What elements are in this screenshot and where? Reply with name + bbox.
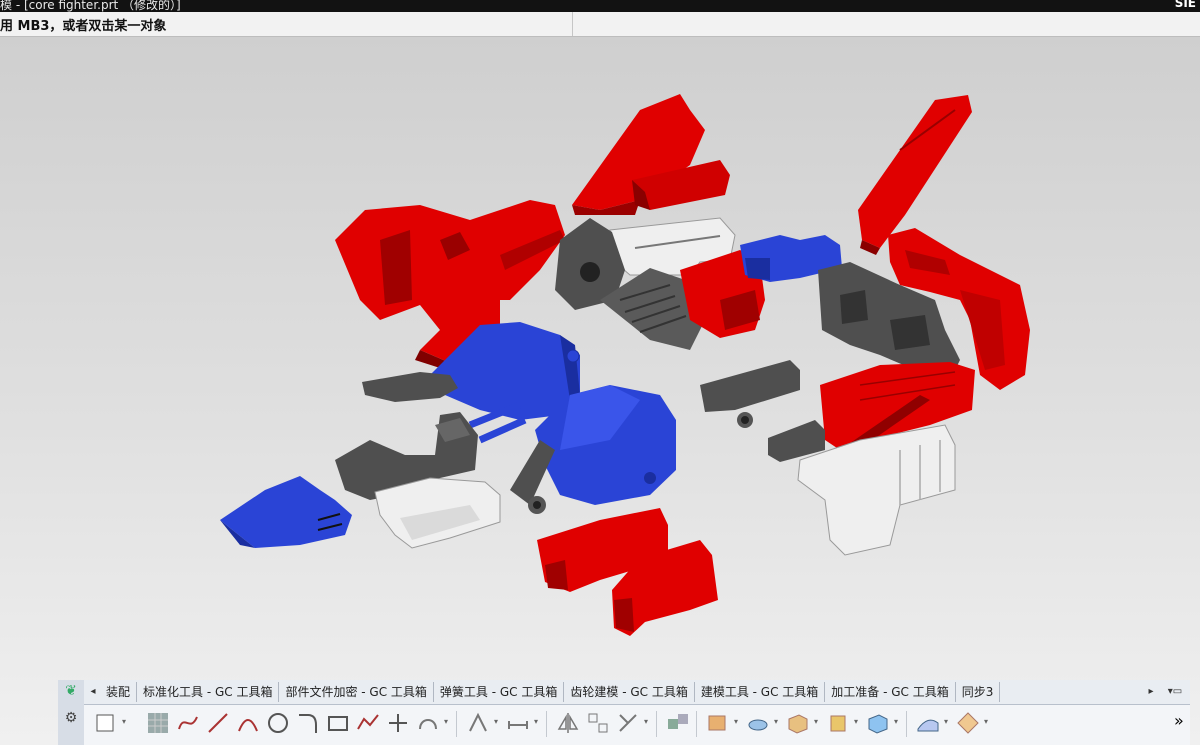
status-message: 用 MB3，或者双击某一对象	[0, 19, 167, 34]
chevron-down-icon[interactable]: ▾	[444, 718, 450, 726]
toolbar-dock: ❦ ⚙ ◂ 装配 标准化工具 - GC 工具箱 部件文件加密 - GC 工具箱 弹簧工…	[58, 680, 1190, 745]
gear-icon[interactable]: ⚙	[62, 710, 80, 728]
pattern-icon[interactable]	[586, 711, 610, 735]
chevron-down-icon[interactable]: ▾	[854, 718, 860, 726]
chevron-down-icon[interactable]: ▾	[494, 718, 500, 726]
tab-machining[interactable]: 加工准备 - GC 工具箱	[825, 682, 956, 702]
tab-standardization[interactable]: 标准化工具 - GC 工具箱	[137, 682, 280, 702]
trim-icon[interactable]	[616, 711, 640, 735]
fillet-icon[interactable]	[296, 711, 320, 735]
leaf-icon[interactable]: ❦	[62, 683, 80, 701]
spline-icon[interactable]	[176, 711, 200, 735]
part-red-fin[interactable]	[572, 94, 730, 215]
point-icon[interactable]	[386, 711, 410, 735]
app-brand: SIE	[1174, 0, 1196, 10]
tab-next-icon[interactable]: ▸	[1144, 682, 1158, 702]
chevron-down-icon[interactable]: ▾	[894, 718, 900, 726]
dock-menu-icon[interactable]: ▾▭	[1164, 682, 1186, 702]
mirror-icon[interactable]	[556, 711, 580, 735]
tab-modeling[interactable]: 建模工具 - GC 工具箱	[695, 682, 826, 702]
tab-sync[interactable]: 同步3	[956, 682, 1001, 702]
chevron-down-icon[interactable]: ▾	[644, 718, 650, 726]
exploded-assembly-model[interactable]	[0, 37, 1200, 745]
toolbar-separator	[696, 711, 697, 737]
part-gray-leg[interactable]	[510, 440, 555, 514]
tab-prev-icon[interactable]: ◂	[86, 682, 100, 702]
surface-icon[interactable]	[916, 711, 940, 735]
cylinder-icon[interactable]	[826, 711, 850, 735]
arc-icon[interactable]	[236, 711, 260, 735]
part-gray-blade[interactable]	[362, 372, 458, 402]
chevron-down-icon[interactable]: ▾	[734, 718, 740, 726]
tab-gear[interactable]: 齿轮建模 - GC 工具箱	[564, 682, 695, 702]
assembly-icon[interactable]	[666, 711, 690, 735]
toolbar-tabs: 装配 标准化工具 - GC 工具箱 部件文件加密 - GC 工具箱 弹簧工具 - GC…	[100, 680, 1142, 704]
line-icon[interactable]	[206, 711, 230, 735]
chevron-down-icon[interactable]: ▾	[122, 718, 128, 726]
dimension-icon[interactable]	[506, 711, 530, 735]
block-icon[interactable]	[786, 711, 810, 735]
graphics-viewport[interactable]	[0, 37, 1200, 745]
overflow-icon[interactable]: »	[1174, 711, 1188, 735]
constraint-icon[interactable]	[466, 711, 490, 735]
tab-spring[interactable]: 弹簧工具 - GC 工具箱	[434, 682, 565, 702]
window-titlebar: 模 - [core fighter.prt （修改的）] SIE	[0, 0, 1200, 12]
dock-grip[interactable]: ❦ ⚙	[58, 680, 85, 745]
toolbar-separator	[546, 711, 547, 737]
circle-icon[interactable]	[266, 711, 290, 735]
sketch-plane-icon[interactable]	[94, 711, 118, 735]
toolbar-separator	[906, 711, 907, 737]
chevron-down-icon[interactable]: ▾	[814, 718, 820, 726]
part-blue-nosecone[interactable]	[220, 476, 352, 548]
chevron-down-icon[interactable]: ▾	[944, 718, 950, 726]
toolbar-separator	[656, 711, 657, 737]
window-title: 模 - [core fighter.prt （修改的）]	[0, 0, 181, 12]
toolbar-icon-row: ▾ ▾ ▾ ▾ ▾ ▾ ▾ ▾ ▾ ▾ ▾ ▾ »	[84, 705, 1190, 745]
toolbar-tab-bar: ◂ 装配 标准化工具 - GC 工具箱 部件文件加密 - GC 工具箱 弹簧工具 - …	[84, 680, 1190, 705]
tab-encryption[interactable]: 部件文件加密 - GC 工具箱	[279, 682, 434, 702]
part-gray-bracket[interactable]	[700, 360, 800, 428]
part-white-left[interactable]	[374, 477, 501, 549]
cube-icon[interactable]	[866, 711, 890, 735]
revolve-icon[interactable]	[746, 711, 770, 735]
status-divider	[572, 12, 573, 36]
polyline-icon[interactable]	[356, 711, 380, 735]
blend-icon[interactable]	[956, 711, 980, 735]
chevron-down-icon[interactable]: ▾	[774, 718, 780, 726]
toolbar-separator	[456, 711, 457, 737]
status-bar: 用 MB3，或者双击某一对象	[0, 12, 1200, 37]
tab-assembly[interactable]: 装配	[100, 682, 138, 702]
chevron-down-icon[interactable]: ▾	[534, 718, 540, 726]
grid-icon[interactable]	[146, 711, 170, 735]
extrude-icon[interactable]	[706, 711, 730, 735]
offset-curve-icon[interactable]	[416, 711, 440, 735]
chevron-down-icon[interactable]: ▾	[984, 718, 990, 726]
rectangle-icon[interactable]	[326, 711, 350, 735]
